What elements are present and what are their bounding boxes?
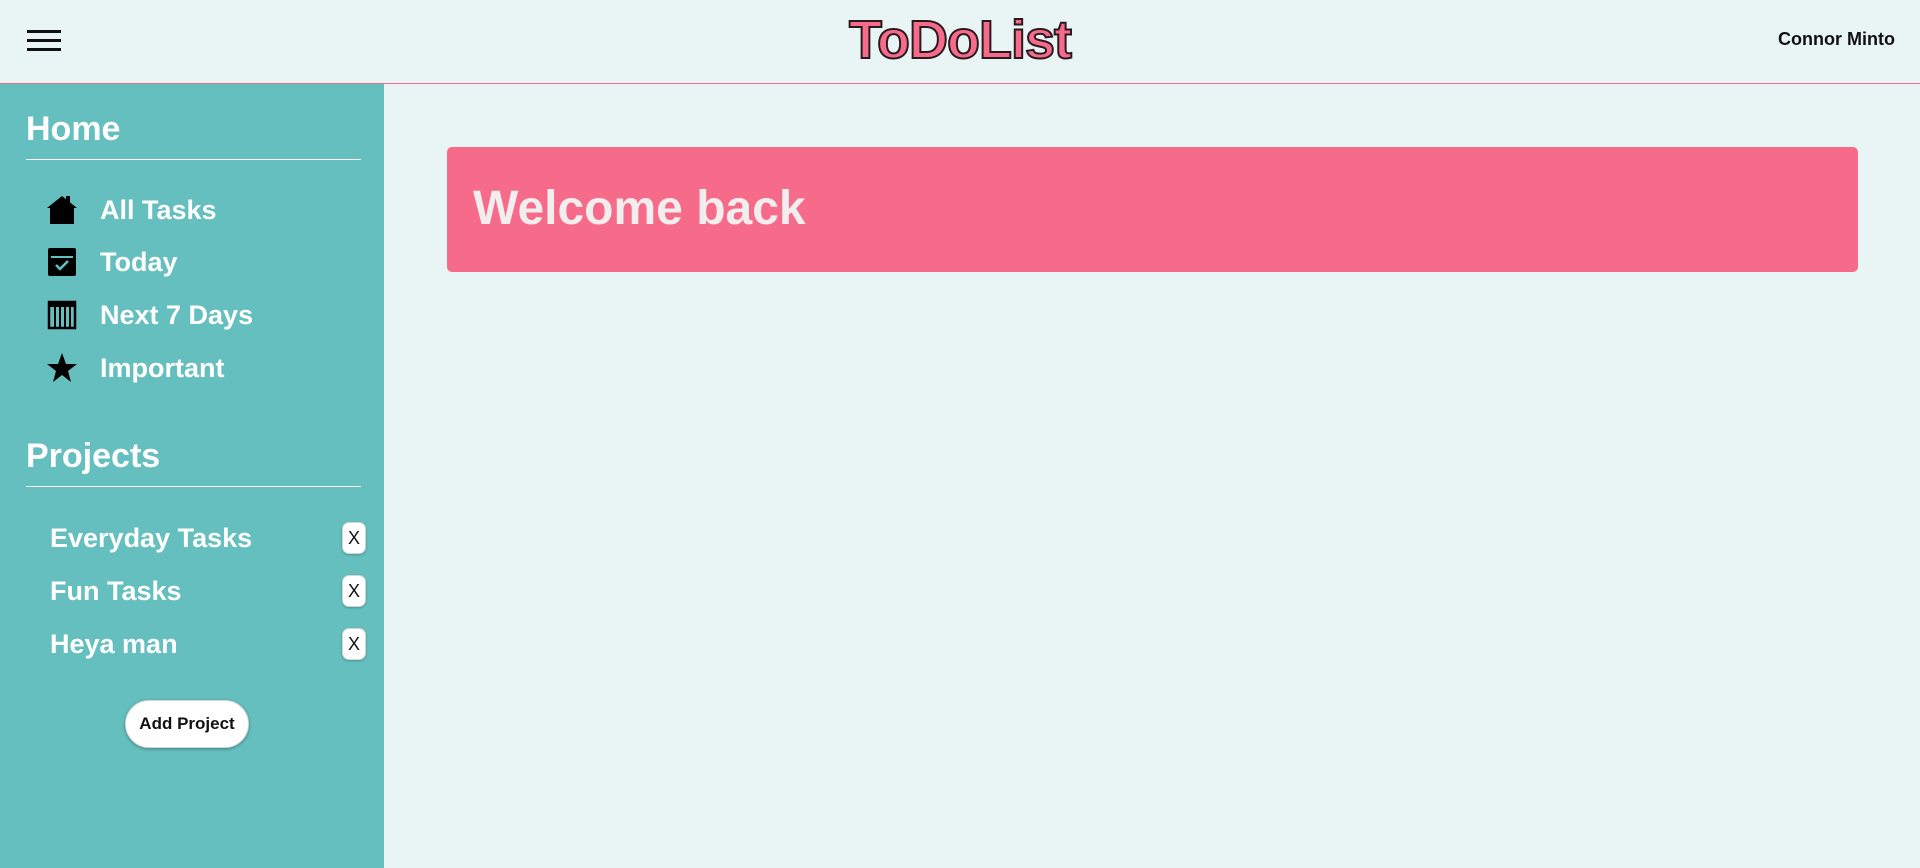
sidebar-item-all-tasks[interactable]: All Tasks bbox=[46, 190, 346, 230]
project-item[interactable]: Heya man X bbox=[50, 624, 366, 664]
delete-project-button[interactable]: X bbox=[342, 522, 366, 554]
user-name[interactable]: Connor Minto bbox=[1778, 29, 1895, 50]
home-section-title: Home bbox=[26, 110, 361, 160]
welcome-heading: Welcome back bbox=[473, 182, 806, 235]
project-item[interactable]: Everyday Tasks X bbox=[50, 518, 366, 558]
sidebar-item-label: Today bbox=[100, 246, 178, 277]
calendar-check-icon bbox=[46, 246, 78, 278]
star-icon bbox=[46, 352, 78, 384]
app-logo: ToDoList bbox=[848, 9, 1073, 71]
projects-section-title: Projects bbox=[26, 437, 361, 487]
add-project-button[interactable]: Add Project bbox=[125, 700, 249, 748]
calendar-week-icon bbox=[46, 299, 78, 331]
sidebar-item-today[interactable]: Today bbox=[46, 242, 346, 282]
project-label[interactable]: Fun Tasks bbox=[50, 576, 182, 607]
project-item[interactable]: Fun Tasks X bbox=[50, 571, 366, 611]
sidebar-item-important[interactable]: Important bbox=[46, 348, 346, 388]
welcome-banner: Welcome back bbox=[447, 147, 1858, 272]
sidebar-item-next-7-days[interactable]: Next 7 Days bbox=[46, 295, 346, 335]
sidebar-item-label: Next 7 Days bbox=[100, 299, 254, 330]
top-header: ToDoList Connor Minto bbox=[0, 0, 1920, 84]
delete-project-button[interactable]: X bbox=[342, 575, 366, 607]
sidebar: Home All Tasks Today Next 7 Days Importa… bbox=[0, 84, 384, 868]
delete-project-button[interactable]: X bbox=[342, 628, 366, 660]
sidebar-item-label: All Tasks bbox=[100, 194, 217, 225]
sidebar-item-label: Important bbox=[100, 352, 225, 383]
project-label[interactable]: Heya man bbox=[50, 629, 178, 660]
project-label[interactable]: Everyday Tasks bbox=[50, 523, 252, 554]
home-icon bbox=[46, 194, 78, 226]
